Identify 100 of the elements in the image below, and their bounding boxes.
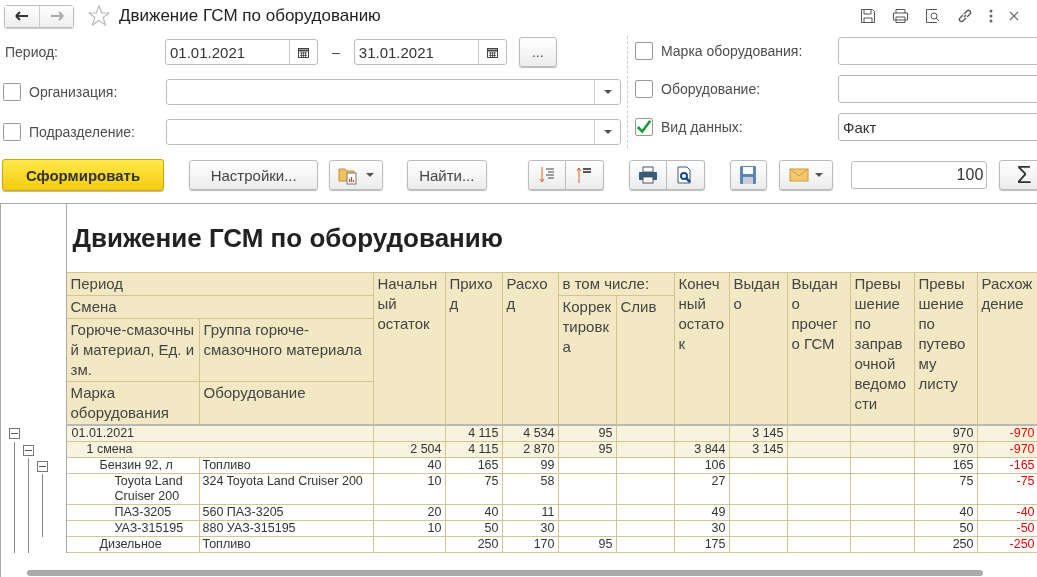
column-header: Корректировка <box>558 295 616 425</box>
table-cell: 10 <box>427 474 442 488</box>
table-cell-text: Бензин 92, л <box>98 458 173 473</box>
envelope-icon <box>789 168 810 182</box>
table-cell: 970 <box>952 442 974 456</box>
select-field[interactable] <box>165 119 621 145</box>
star-icon[interactable] <box>88 5 110 27</box>
sort-ascending-icon <box>576 166 593 184</box>
column-header: Превышение по заправочной ведомости <box>850 272 914 425</box>
column-header: Смена <box>66 295 373 319</box>
collapse-toggle[interactable] <box>23 444 34 456</box>
more-icon[interactable] <box>989 9 993 23</box>
column-header: Горюче-смазочный материал, Ед. изм. <box>66 318 199 382</box>
table-cell: 560 ПАЗ-3205 <box>202 505 284 520</box>
table-cell: 95 <box>598 537 613 551</box>
field-label: Марка оборудования: <box>661 43 804 59</box>
back-button[interactable] <box>5 5 39 27</box>
table-cell: -40 <box>1016 505 1035 519</box>
period-button[interactable]: ... <box>518 37 557 67</box>
table-cell: 49 <box>711 505 726 519</box>
table-cell: 3 844 <box>694 442 726 456</box>
dropdown-icon[interactable] <box>603 90 612 94</box>
find-button[interactable]: Найти... <box>407 160 487 190</box>
save-button[interactable] <box>729 160 768 190</box>
column-header: Приход <box>445 272 502 425</box>
checkbox[interactable] <box>3 83 21 101</box>
collapse-toggle[interactable] <box>37 460 48 472</box>
table-cell: 20 <box>427 505 442 519</box>
table-cell: 50 <box>959 521 974 535</box>
column-header: Слив <box>616 295 674 425</box>
link-icon[interactable] <box>957 8 973 24</box>
preview-button[interactable] <box>666 160 705 190</box>
table-cell: 165 <box>477 458 499 472</box>
table-cell: 250 <box>952 537 974 551</box>
checkbox[interactable] <box>635 118 653 136</box>
preview-icon[interactable] <box>925 8 941 24</box>
table-cell: 106 <box>704 458 726 472</box>
table-cell: Топливо <box>202 537 251 552</box>
sum-button[interactable]: Σ <box>999 160 1037 190</box>
field-label: Организация: <box>29 84 119 100</box>
dropdown-icon[interactable] <box>603 130 612 134</box>
generate-button[interactable]: Сформировать <box>2 159 165 191</box>
date-field[interactable]: 31.01.2021 <box>353 39 507 65</box>
table-cell: 970 <box>952 426 974 440</box>
table-cell: 880 УАЗ-315195 <box>202 521 296 536</box>
table-cell: 58 <box>540 474 555 488</box>
sort-ascending-button[interactable] <box>565 160 604 190</box>
table-cell: 99 <box>540 458 555 472</box>
table-cell-text: ПАЗ-3205 <box>113 505 172 520</box>
table-cell: -970 <box>1009 426 1035 440</box>
column-header: Превышение по путевому листу <box>914 272 977 425</box>
table-cell: -250 <box>1009 537 1035 551</box>
collapse-toggle[interactable] <box>9 428 20 439</box>
scale-field[interactable]: 100 <box>851 161 988 189</box>
column-header: Выдано прочего ГСМ <box>787 272 850 425</box>
table-cell: -50 <box>1016 521 1035 535</box>
caret-icon <box>366 173 375 177</box>
table-cell: Топливо <box>202 458 251 473</box>
checkbox[interactable] <box>3 123 21 141</box>
table-cell: 3 145 <box>752 426 784 440</box>
field-label: Подразделение: <box>29 124 136 140</box>
column-header: Оборудование <box>199 381 373 425</box>
table-cell: -75 <box>1016 474 1035 488</box>
table-cell: 175 <box>704 537 726 551</box>
table-cell-text: 01.01.2021 <box>70 426 135 441</box>
checkbox[interactable] <box>635 80 653 98</box>
field-label: Период: <box>4 44 59 60</box>
table-cell: -970 <box>1009 442 1035 456</box>
column-header: Период <box>66 272 373 296</box>
print-icon[interactable] <box>892 8 909 24</box>
window-title: Движение ГСМ по оборудованию <box>119 6 381 26</box>
print-button[interactable] <box>628 160 667 190</box>
table-cell: 40 <box>959 505 974 519</box>
table-cell: 95 <box>598 442 613 456</box>
column-header: Марка оборудования <box>66 381 199 425</box>
column-header: в том числе: <box>558 272 674 296</box>
table-cell: 11 <box>541 505 555 519</box>
input-field[interactable]: Факт <box>838 113 1037 141</box>
sort-descending-icon <box>538 166 555 184</box>
date-field[interactable]: 01.01.2021 <box>165 39 318 65</box>
checkbox[interactable] <box>635 42 653 60</box>
table-cell-text: УАЗ-315195 <box>113 521 184 536</box>
input-field[interactable] <box>838 75 1037 103</box>
arrow-right-icon <box>49 11 64 21</box>
table-cell: 75 <box>484 474 499 488</box>
save-icon[interactable] <box>860 8 876 24</box>
printer-icon <box>637 166 658 184</box>
close-icon[interactable] <box>1009 11 1019 21</box>
table-cell: 95 <box>598 426 613 440</box>
table-cell: 30 <box>540 521 555 535</box>
table-cell: 4 115 <box>468 426 499 440</box>
input-field[interactable] <box>838 37 1037 65</box>
column-header: Расход <box>502 272 558 425</box>
settings-button[interactable]: Настройки... <box>189 160 319 190</box>
table-cell: 30 <box>711 521 726 535</box>
table-cell-text: Toyota Land Cruiser 200 <box>113 474 184 504</box>
select-field[interactable] <box>165 79 621 105</box>
minus-icon <box>11 430 18 437</box>
variants-button[interactable] <box>329 160 383 190</box>
preview-icon <box>677 166 694 184</box>
